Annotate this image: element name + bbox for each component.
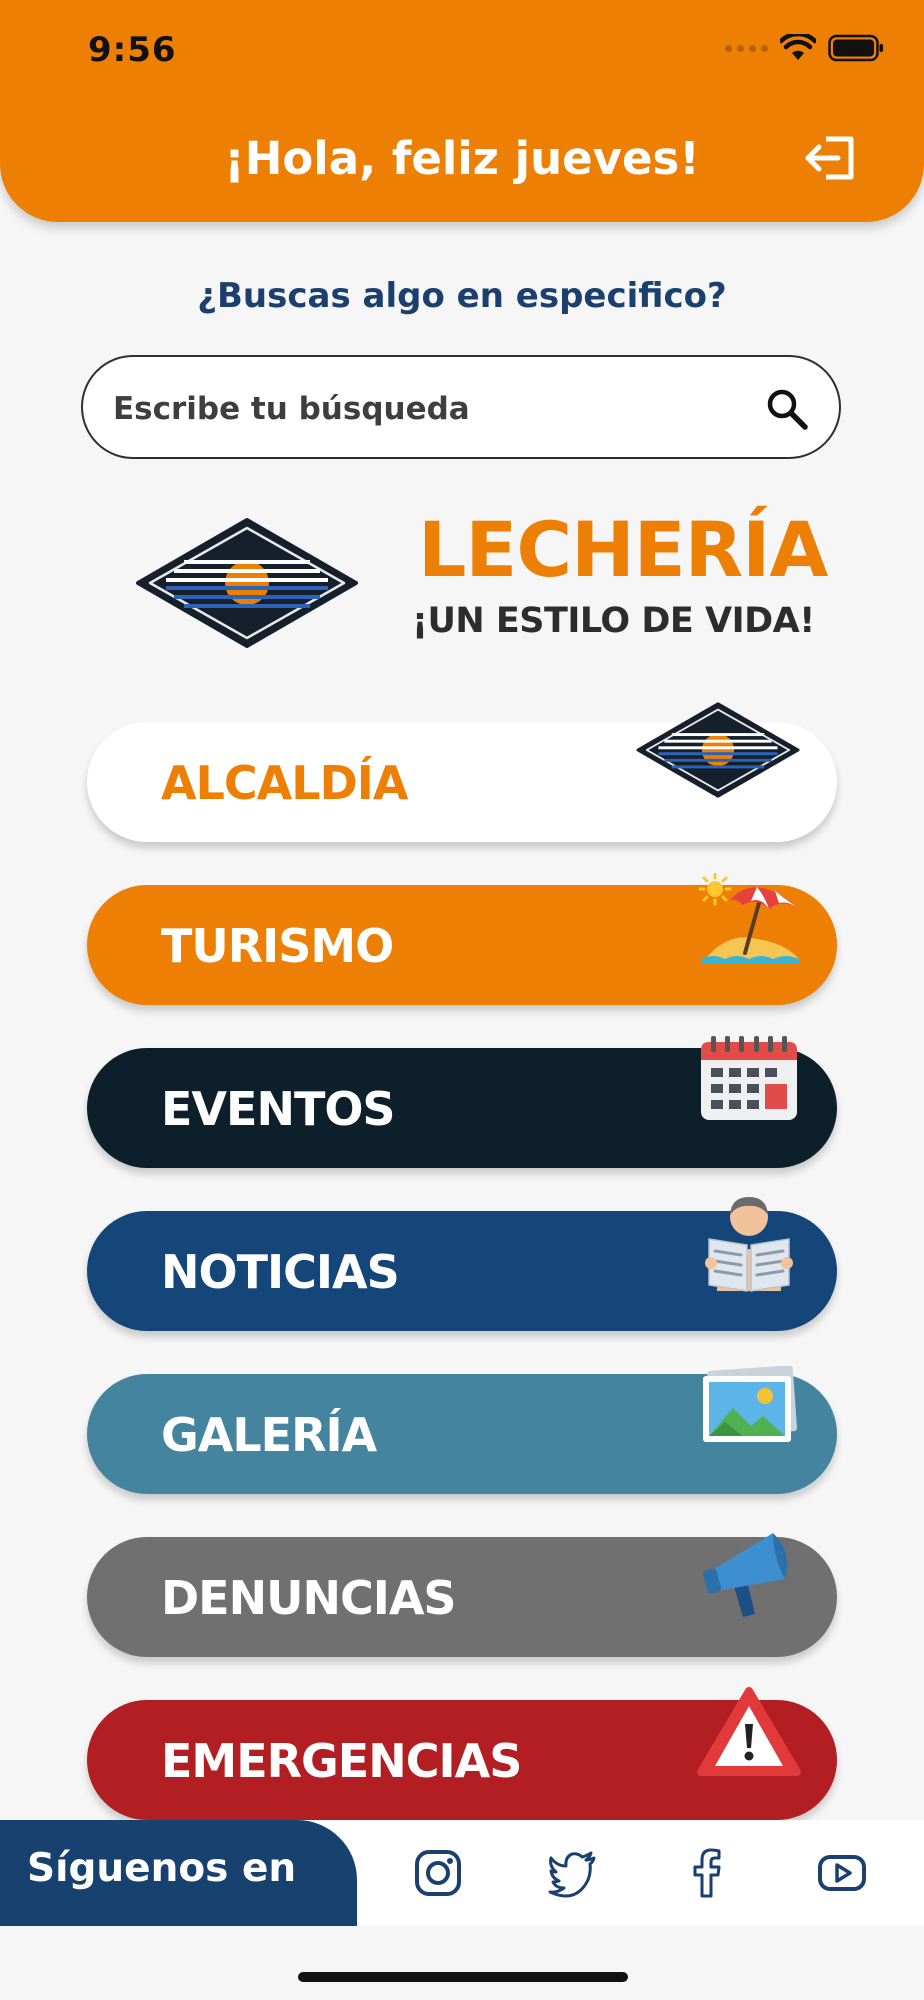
search-icon[interactable] xyxy=(765,387,809,431)
menu-label: DENUNCIAS xyxy=(161,1571,457,1625)
app-header: 9:56 ¡Hola, feliz jueves! xyxy=(0,0,924,222)
menu-label: NOTICIAS xyxy=(161,1245,400,1299)
follow-tab: Síguenos en xyxy=(0,1820,357,1926)
home-indicator[interactable] xyxy=(298,1972,628,1982)
twitter-icon[interactable] xyxy=(548,1848,598,1898)
facebook-icon[interactable] xyxy=(682,1848,732,1898)
brand-slogan: ¡UN ESTILO DE VIDA! xyxy=(412,601,815,641)
picture-icon xyxy=(703,1366,797,1442)
menu-button-emergencias[interactable]: EMERGENCIAS xyxy=(87,1687,837,1820)
greeting-title: ¡Hola, feliz jueves! xyxy=(224,132,700,185)
menu-button-eventos[interactable]: EVENTOS xyxy=(87,1036,837,1168)
youtube-icon[interactable] xyxy=(817,1848,867,1898)
logout-icon[interactable] xyxy=(804,135,856,181)
warning-icon xyxy=(697,1687,801,1776)
city-logo-icon xyxy=(636,702,800,798)
menu-button-turismo[interactable]: TURISMO xyxy=(87,873,837,1005)
brand-name: LECHERÍA xyxy=(418,505,828,594)
menu-label: TURISMO xyxy=(161,919,394,973)
search-box xyxy=(81,355,841,459)
menu-label: ALCALDÍA xyxy=(161,756,408,810)
calendar-icon xyxy=(701,1036,797,1120)
menu-button-alcaldia[interactable]: ALCALDÍA xyxy=(87,702,837,842)
status-icons xyxy=(725,34,884,62)
lecheria-logo xyxy=(136,518,358,648)
search-input[interactable] xyxy=(111,381,735,437)
menu-button-denuncias[interactable]: DENUNCIAS xyxy=(87,1533,837,1657)
menu-label: EMERGENCIAS xyxy=(161,1734,522,1788)
instagram-icon[interactable] xyxy=(413,1848,463,1898)
search-prompt: ¿Buscas algo en especifico? xyxy=(197,276,727,316)
status-time: 9:56 xyxy=(88,30,177,70)
battery-icon xyxy=(828,34,883,62)
beach-umbrella-icon xyxy=(699,873,799,963)
signal-icon xyxy=(725,44,768,52)
menu-button-galeria[interactable]: GALERÍA xyxy=(87,1366,837,1494)
menu-label: GALERÍA xyxy=(161,1408,377,1462)
menu-label: EVENTOS xyxy=(161,1082,396,1136)
wifi-icon xyxy=(780,34,816,60)
social-footer: Síguenos en xyxy=(0,1820,924,1926)
menu-button-noticias[interactable]: NOTICIAS xyxy=(87,1197,837,1331)
newspaper-reader-icon xyxy=(705,1197,793,1292)
megaphone-icon xyxy=(703,1533,788,1617)
follow-label: Síguenos en xyxy=(27,1846,297,1891)
